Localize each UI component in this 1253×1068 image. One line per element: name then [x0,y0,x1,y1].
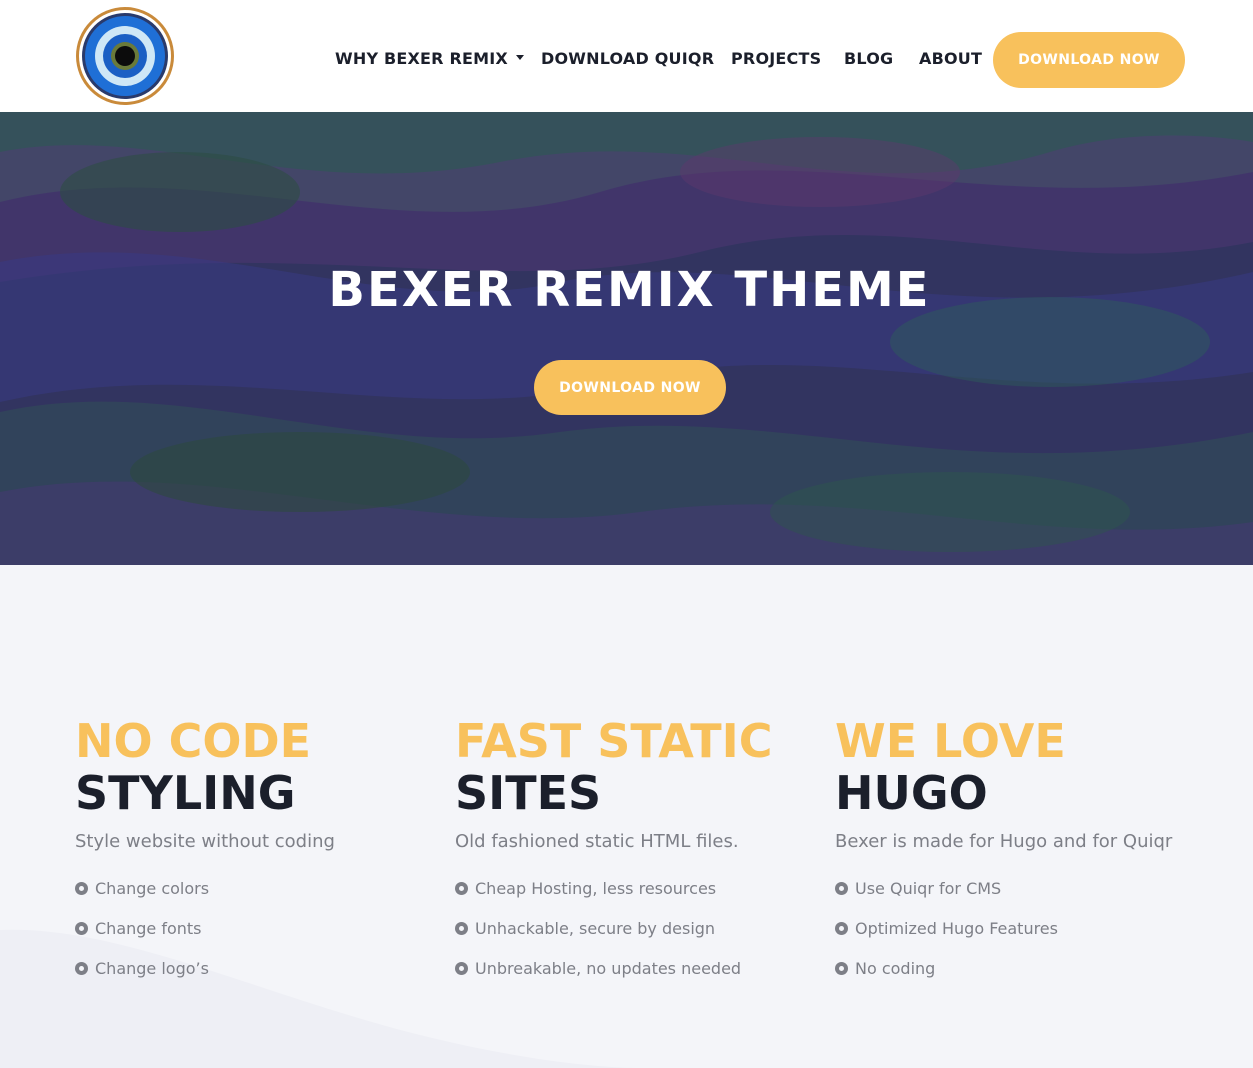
nav-why-bexer-remix[interactable]: WHY BEXER REMIX [335,49,524,68]
list-item-text: Use Quiqr for CMS [855,878,1002,898]
list-item: No coding [835,948,1195,988]
nav-blog[interactable]: BLOG [844,49,893,68]
nav-projects[interactable]: PROJECTS [731,49,821,68]
features-section: NO CODE STYLING Style website without co… [0,565,1253,1068]
bullet-icon [455,881,468,895]
hero-title: BEXER REMIX THEME [328,262,931,318]
bullet-icon [835,921,848,935]
bullet-icon [835,961,848,975]
feature-title-main: STYLING [75,766,296,820]
list-item: Optimized Hugo Features [835,908,1195,948]
bullet-icon [75,921,88,935]
nav-about[interactable]: ABOUT [919,49,982,68]
list-item: Unbreakable, no updates needed [455,948,815,988]
list-item-text: Cheap Hosting, less resources [475,878,717,898]
feature-title-main: SITES [455,766,602,820]
hero-section: BEXER REMIX THEME DOWNLOAD NOW [0,112,1253,565]
feature-list: Cheap Hosting, less resources Unhackable… [455,868,815,988]
feature-list: Use Quiqr for CMS Optimized Hugo Feature… [835,868,1195,988]
list-item-text: Unbreakable, no updates needed [475,958,742,978]
bullet-icon [835,881,848,895]
feature-title-accent: WE LOVE [835,714,1066,768]
list-item: Unhackable, secure by design [455,908,815,948]
nav-download-quiqr[interactable]: DOWNLOAD QUIQR [541,49,714,68]
header-download-button[interactable]: DOWNLOAD NOW [993,32,1185,88]
bullet-icon [455,921,468,935]
feature-subtitle: Old fashioned static HTML files. [455,831,739,852]
bullet-icon [455,961,468,975]
site-header: WHY BEXER REMIX DOWNLOAD QUIQR PROJECTS … [0,0,1253,112]
feature-subtitle: Bexer is made for Hugo and for Quiqr [835,831,1173,852]
list-item: Change colors [75,868,435,908]
nav-label: WHY BEXER REMIX [335,49,508,68]
hero-download-button[interactable]: DOWNLOAD NOW [534,360,726,415]
list-item: Change fonts [75,908,435,948]
feature-title-accent: NO CODE [75,714,312,768]
feature-title-accent: FAST STATIC [455,714,773,768]
list-item: Use Quiqr for CMS [835,868,1195,908]
feature-fast-static-sites: FAST STATIC SITES Old fashioned static H… [455,715,815,988]
hero-background-image [0,112,1253,565]
feature-title-main: HUGO [835,766,988,820]
feature-list: Change colors Change fonts Change logo’s [75,868,435,988]
list-item-text: Unhackable, secure by design [475,918,716,938]
feature-we-love-hugo: WE LOVE HUGO Bexer is made for Hugo and … [835,715,1195,988]
list-item-text: Change fonts [95,918,202,938]
feature-subtitle: Style website without coding [75,831,335,852]
bullet-icon [75,881,88,895]
bullet-icon [75,961,88,975]
feature-no-code-styling: NO CODE STYLING Style website without co… [75,715,435,988]
list-item-text: Change logo’s [95,958,209,978]
list-item-text: No coding [855,958,936,978]
list-item-text: Change colors [95,878,210,898]
caret-down-icon [515,55,524,60]
list-item-text: Optimized Hugo Features [855,918,1058,938]
list-item: Change logo’s [75,948,435,988]
list-item: Cheap Hosting, less resources [455,868,815,908]
